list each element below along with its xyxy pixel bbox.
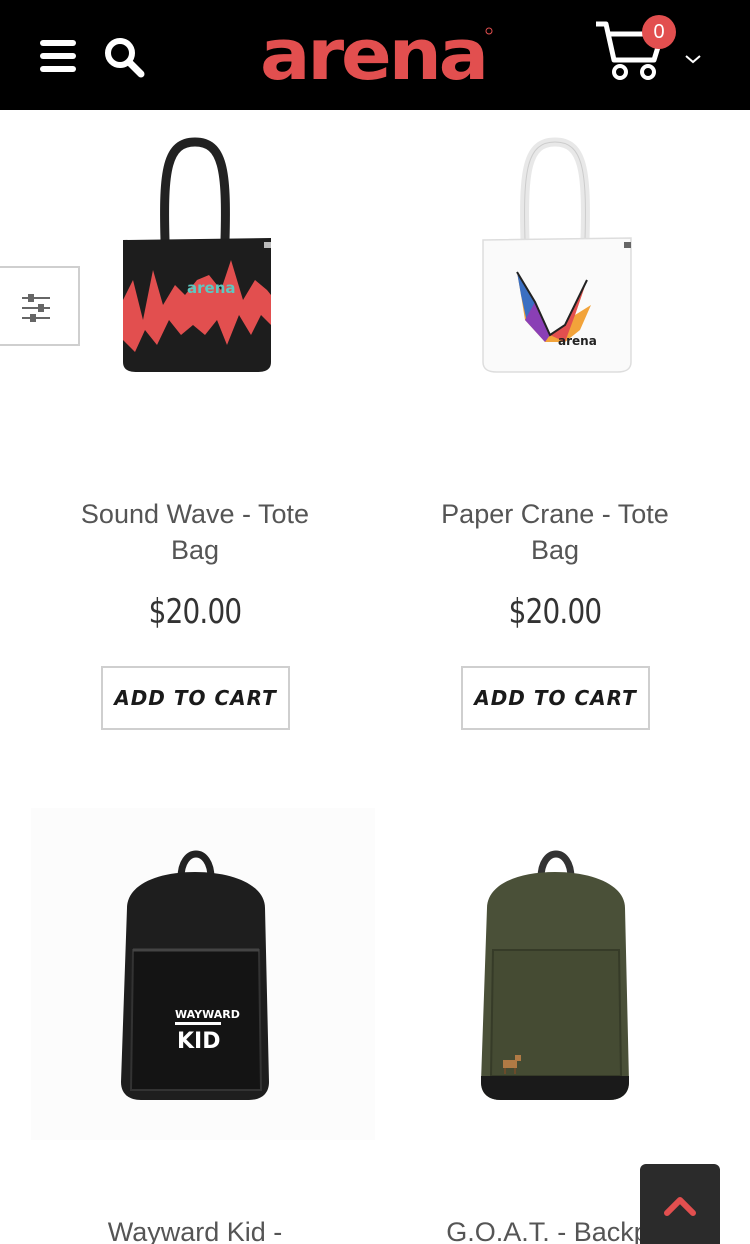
chevron-up-icon — [664, 1197, 696, 1216]
svg-text:WAYWARD: WAYWARD — [175, 1008, 240, 1021]
add-to-cart-button[interactable]: ADD TO CART — [461, 666, 650, 730]
add-to-cart-button[interactable]: ADD TO CART — [101, 666, 290, 730]
product-price: $20.00 — [508, 592, 602, 632]
product-name[interactable]: Paper Crane - Tote Bag — [405, 496, 705, 568]
svg-text:arena: arena — [558, 334, 597, 348]
arena-logo[interactable]: arena — [258, 24, 498, 86]
product-image[interactable]: arena — [375, 130, 735, 390]
sliders-icon — [22, 294, 50, 322]
product-card: WAYWARD KID Wayward Kid - — [15, 800, 375, 1244]
back-to-top-button[interactable] — [640, 1164, 720, 1244]
cart-count-badge: 0 — [642, 15, 676, 49]
product-card: arena Sound Wave - Tote Bag $20.00 ADD T… — [15, 130, 375, 750]
search-icon[interactable] — [103, 36, 145, 78]
product-image[interactable]: WAYWARD KID — [15, 800, 375, 1140]
product-name-line: Sound Wave - Tote — [80, 499, 310, 529]
filter-toggle-button[interactable] — [0, 266, 80, 346]
product-name[interactable]: Wayward Kid - — [45, 1214, 345, 1244]
svg-text:KID: KID — [177, 1029, 221, 1054]
product-image[interactable]: arena — [15, 130, 375, 390]
product-card: arena Paper Crane - Tote Bag $20.00 ADD … — [375, 130, 735, 750]
hamburger-menu-icon[interactable] — [40, 40, 76, 72]
svg-text:arena: arena — [187, 279, 236, 297]
product-name-line: Wayward Kid - — [107, 1217, 283, 1244]
product-name-line: Paper Crane - Tote — [441, 499, 669, 529]
site-header: arena 0 — [0, 0, 750, 110]
product-name-line: Bag — [170, 535, 220, 565]
product-name[interactable]: Sound Wave - Tote Bag — [45, 496, 345, 568]
chevron-down-icon[interactable] — [684, 52, 702, 66]
svg-text:arena: arena — [260, 24, 486, 86]
product-name-line: Bag — [530, 535, 580, 565]
product-image[interactable] — [375, 800, 735, 1140]
product-price: $20.00 — [148, 592, 242, 632]
